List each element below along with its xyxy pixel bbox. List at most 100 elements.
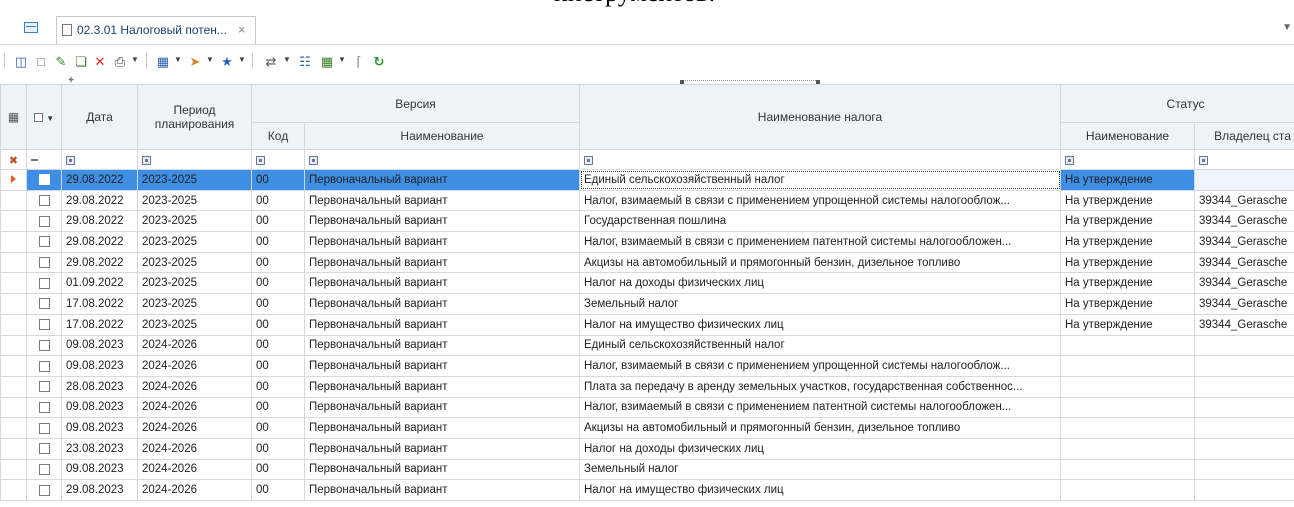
new-document-icon[interactable]: □	[32, 52, 50, 70]
table-row[interactable]: 17.08.2022 2023-2025 00 Первоначальный вари…	[0, 313, 1294, 336]
row-checkbox[interactable]	[26, 437, 62, 460]
table-row[interactable]: 23.08.2023 2024-2026 00 Первоначальный вари…	[0, 437, 1294, 460]
cell-tax-name[interactable]: Единый сельскохозяйственный налог	[579, 169, 1061, 191]
cell-tax-name[interactable]: Налог, взимаемый в связи с применением у…	[579, 189, 1061, 212]
cell-status-name[interactable]: На утверждение	[1060, 313, 1195, 336]
cell-status-owner[interactable]: 39344_Gerasche	[1194, 210, 1294, 233]
filter-cell[interactable]	[26, 149, 62, 170]
row-checkbox[interactable]	[26, 355, 62, 377]
cell-status-name[interactable]: На утверждение	[1060, 272, 1195, 295]
cell-version-code[interactable]: 00	[251, 210, 305, 233]
filter-cell[interactable]	[61, 149, 138, 170]
cell-period[interactable]: 2024-2026	[137, 479, 252, 501]
table-row[interactable]: 09.08.2023 2024-2026 00 Первоначальный вари…	[0, 417, 1294, 439]
table-row[interactable]: 29.08.2022 2023-2025 00 Первоначальный вари…	[0, 169, 1294, 191]
cell-status-name[interactable]	[1060, 458, 1195, 481]
cell-status-owner[interactable]	[1194, 437, 1294, 460]
cell-tax-name[interactable]: Земельный налог	[579, 293, 1061, 315]
filter-cell[interactable]	[137, 149, 252, 170]
cell-status-owner[interactable]	[1194, 396, 1294, 419]
tab-tax-potential[interactable]: 02.3.01 Налоговый потен... ×	[56, 16, 256, 44]
calendar-dropdown-icon[interactable]: ▼	[338, 55, 346, 64]
row-checkbox[interactable]	[26, 169, 62, 191]
column-header-version-name[interactable]: Наименование	[304, 122, 580, 150]
row-indicator[interactable]	[0, 251, 27, 274]
cell-date[interactable]: 17.08.2022	[61, 313, 138, 336]
row-checkbox[interactable]	[26, 458, 62, 481]
column-header-status-name[interactable]: Наименование	[1060, 122, 1195, 150]
table-row[interactable]: 28.08.2023 2024-2026 00 Первоначальный вари…	[0, 375, 1294, 398]
cell-date[interactable]: 09.08.2023	[61, 458, 138, 481]
cell-period[interactable]: 2023-2025	[137, 189, 252, 212]
cell-version-code[interactable]: 00	[251, 396, 305, 419]
cell-status-name[interactable]	[1060, 334, 1195, 357]
filter-cell[interactable]	[579, 149, 1061, 170]
cell-status-name[interactable]: На утверждение	[1060, 210, 1195, 233]
row-indicator[interactable]	[0, 437, 27, 460]
filter-dropdown-icon[interactable]: ▼	[238, 55, 246, 64]
cell-version-name[interactable]: Первоначальный вариант	[304, 417, 580, 439]
checkbox-icon[interactable]	[38, 257, 50, 269]
row-checkbox[interactable]	[26, 293, 62, 315]
row-indicator[interactable]	[0, 355, 27, 377]
cell-status-name[interactable]	[1060, 437, 1195, 460]
table-row[interactable]: 29.08.2023 2024-2026 00 Первоначальный вари…	[0, 479, 1294, 501]
filter-cell[interactable]	[1060, 149, 1195, 170]
cell-tax-name[interactable]: Государственная пошлина	[579, 210, 1061, 233]
cell-version-code[interactable]: 00	[251, 293, 305, 315]
cell-status-owner[interactable]: 39344_Gerasche	[1194, 189, 1294, 212]
cell-tax-name[interactable]: Налог, взимаемый в связи с применением п…	[579, 396, 1061, 419]
row-checkbox[interactable]	[26, 479, 62, 501]
column-chooser-icon[interactable]: ▦	[0, 84, 27, 150]
cell-version-name[interactable]: Первоначальный вариант	[304, 355, 580, 377]
checkbox-icon[interactable]	[38, 236, 50, 248]
row-indicator[interactable]	[0, 313, 27, 336]
cell-period[interactable]: 2023-2025	[137, 251, 252, 274]
cell-status-owner[interactable]: 39344_Gerasche	[1194, 293, 1294, 315]
close-icon[interactable]: ×	[238, 22, 246, 37]
cell-status-owner[interactable]: 39344_Gerasche	[1194, 272, 1294, 295]
cell-period[interactable]: 2024-2026	[137, 375, 252, 398]
cell-tax-name[interactable]: Земельный налог	[579, 458, 1061, 481]
cell-version-code[interactable]: 00	[251, 437, 305, 460]
home-tab-icon[interactable]	[24, 22, 38, 33]
cell-status-name[interactable]: На утверждение	[1060, 251, 1195, 274]
table-row[interactable]: 29.08.2022 2023-2025 00 Первоначальный вари…	[0, 251, 1294, 274]
copy-icon[interactable]: ❏	[72, 52, 90, 70]
filter-icon[interactable]: ★	[218, 52, 236, 70]
cell-version-code[interactable]: 00	[251, 251, 305, 274]
refresh-icon[interactable]: ↻	[370, 52, 388, 70]
row-indicator[interactable]	[0, 396, 27, 419]
row-checkbox[interactable]	[26, 210, 62, 233]
checkbox-icon[interactable]	[38, 360, 50, 372]
export-icon[interactable]: ▦	[154, 52, 172, 70]
table-row[interactable]: 01.09.2022 2023-2025 00 Первоначальный вари…	[0, 272, 1294, 295]
row-indicator[interactable]	[0, 210, 27, 233]
cell-status-name[interactable]	[1060, 375, 1195, 398]
column-header-status-owner[interactable]: Владелец ста	[1194, 122, 1294, 150]
filter-cell[interactable]	[1194, 149, 1294, 170]
cell-tax-name[interactable]: Налог, взимаемый в связи с применением у…	[579, 355, 1061, 377]
cell-tax-name[interactable]: Налог на имущество физических лиц	[579, 313, 1061, 336]
row-indicator[interactable]	[0, 479, 27, 501]
cell-period[interactable]: 2024-2026	[137, 437, 252, 460]
cell-date[interactable]: 09.08.2023	[61, 334, 138, 357]
cell-date[interactable]: 09.08.2023	[61, 355, 138, 377]
cell-version-code[interactable]: 00	[251, 375, 305, 398]
checkbox-icon[interactable]	[38, 484, 50, 496]
table-row[interactable]: 17.08.2022 2023-2025 00 Первоначальный вари…	[0, 293, 1294, 315]
checkbox-icon[interactable]	[38, 463, 50, 475]
row-checkbox[interactable]	[26, 189, 62, 212]
export-dropdown-icon[interactable]: ▼	[174, 55, 182, 64]
cell-version-code[interactable]: 00	[251, 272, 305, 295]
cell-period[interactable]: 2023-2025	[137, 272, 252, 295]
row-checkbox[interactable]	[26, 251, 62, 274]
cell-status-owner[interactable]: 39344_Gerasche	[1194, 313, 1294, 336]
cell-version-name[interactable]: Первоначальный вариант	[304, 210, 580, 233]
column-header-tax-name[interactable]: Наименование налога	[579, 84, 1061, 150]
row-checkbox[interactable]	[26, 231, 62, 253]
cell-status-owner[interactable]	[1194, 334, 1294, 357]
checkbox-icon[interactable]	[38, 443, 50, 455]
table-row[interactable]: 29.08.2022 2023-2025 00 Первоначальный вари…	[0, 210, 1294, 233]
cell-version-code[interactable]: 00	[251, 417, 305, 439]
